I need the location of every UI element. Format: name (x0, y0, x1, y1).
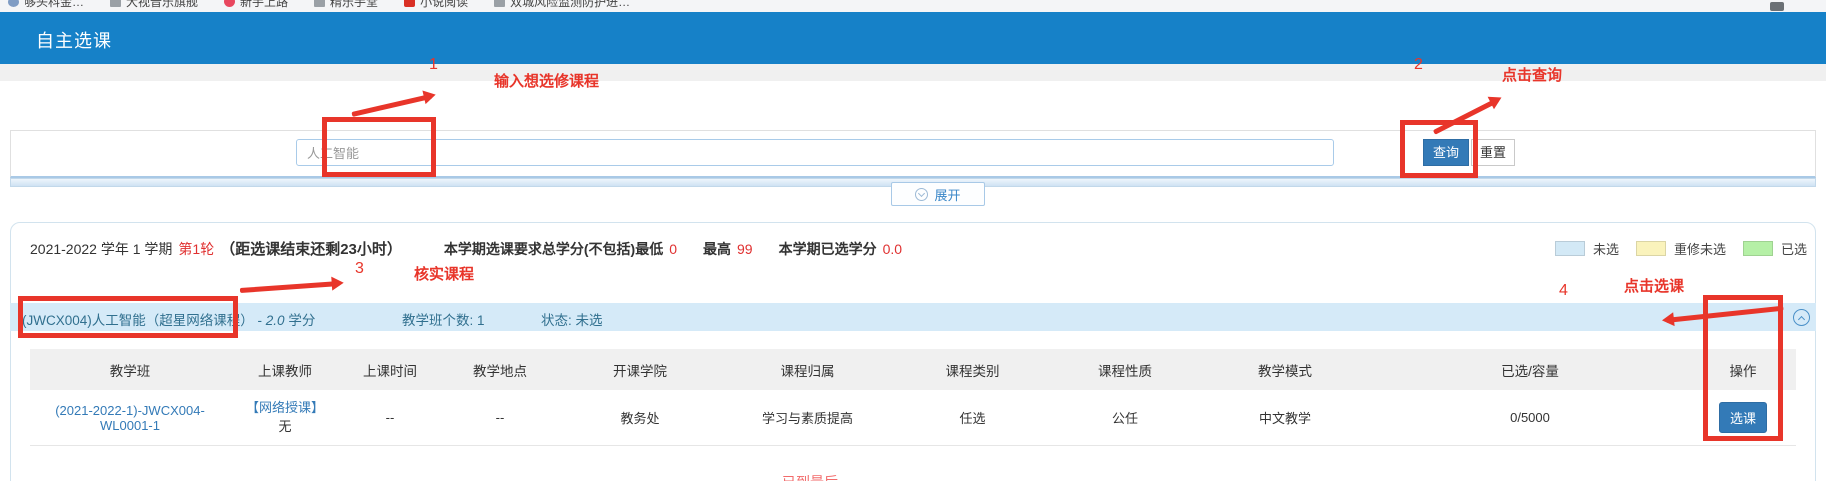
selected-credits-value: 0.0 (883, 241, 902, 257)
col-header: 上课教师 (230, 360, 340, 380)
class-table-row: (2021-2022-1)-JWCX004-WL0001-1 【网络授课】 无 … (30, 390, 1796, 446)
bookmark-label: 大视音乐旗舰 (126, 0, 198, 10)
annotation-step-label: 输入想选修课程 (494, 70, 599, 91)
browser-extension-icon[interactable] (1770, 2, 1784, 11)
selected-credits-label: 本学期已选学分 (779, 239, 877, 259)
bookmark-item[interactable]: 精乐手堂 (314, 0, 378, 10)
class-table-header: 教学班 上课教师 上课时间 教学地点 开课学院 课程归属 课程类别 课程性质 教… (30, 349, 1796, 390)
annotation-highlight-box-input (322, 117, 436, 177)
legend-label: 重修未选 (1674, 239, 1726, 258)
col-header: 教学地点 (440, 360, 560, 380)
col-header: 课程性质 (1050, 360, 1200, 380)
teacher-cell: 【网络授课】 无 (230, 399, 340, 437)
bookmark-label: 新手上路 (240, 0, 288, 10)
col-header: 上课时间 (340, 360, 440, 380)
bookmark-item[interactable]: 新手上路 (224, 0, 288, 10)
legend-swatch-retake (1636, 241, 1666, 256)
bookmark-item[interactable]: 够头科金… (8, 0, 84, 10)
teaching-mode: 中文教学 (1200, 408, 1370, 427)
col-header: 已选/容量 (1370, 360, 1690, 380)
chevron-down-icon (915, 188, 928, 201)
collapse-icon[interactable] (1793, 309, 1810, 326)
legend-swatch-selected (1743, 241, 1773, 256)
legend-label: 未选 (1593, 239, 1619, 258)
bookmark-item[interactable]: 双城风险监测防护进… (494, 0, 630, 10)
browser-bookmarks-bar: 够头科金… 大视音乐旗舰 新手上路 精乐手堂 小说阅读 双城风险监测防护进… (0, 0, 1826, 12)
max-credits-label: 最高 (703, 239, 731, 259)
legend-item-retake: 重修未选 (1636, 239, 1726, 258)
course-nature: 公任 (1050, 408, 1200, 427)
annotation-step-label: 核实课程 (414, 263, 474, 284)
col-header: 教学班 (30, 360, 230, 380)
globe-icon (8, 0, 19, 7)
annotation-step-number: 4 (1559, 282, 1568, 300)
capacity: 0/5000 (1370, 410, 1690, 425)
list-end-marker: 已到最后 (782, 472, 838, 481)
min-credits-value: 0 (669, 241, 677, 257)
college: 教务处 (560, 408, 720, 427)
col-header: 教学模式 (1200, 360, 1370, 380)
expand-toggle[interactable]: 展开 (891, 182, 985, 206)
col-header: 开课学院 (560, 360, 720, 380)
app-header: 自主选课 (0, 12, 1826, 64)
bookmark-label: 够头科金… (24, 0, 84, 10)
annotation-highlight-box-query (1400, 120, 1478, 178)
legend-item-selected: 已选 (1743, 239, 1807, 258)
folder-icon (494, 0, 505, 7)
bookmark-item[interactable]: 大视音乐旗舰 (110, 0, 198, 10)
annotation-arrow (351, 94, 432, 117)
annotation-highlight-box-course (18, 296, 238, 338)
legend-label: 已选 (1781, 239, 1807, 258)
round-text: 第1轮 (178, 239, 214, 259)
credit-requirement-label: 本学期选课要求总学分(不包括)最低 (444, 239, 663, 259)
class-place: -- (440, 410, 560, 425)
class-id-link[interactable]: (2021-2022-1)-JWCX004-WL0001-1 (30, 403, 230, 433)
page-title: 自主选课 (36, 27, 112, 53)
annotation-step-label: 点击选课 (1624, 275, 1684, 296)
annotation-step-label: 点击查询 (1502, 64, 1562, 85)
selection-round-info: 2021-2022 学年 1 学期 第1轮 （距选课结束还剩23小时） 本学期选… (30, 238, 902, 259)
class-count: 教学班个数: 1 (402, 309, 485, 329)
bookmark-item[interactable]: 小说阅读 (404, 0, 468, 10)
expand-toggle-label: 展开 (934, 185, 960, 204)
legend-item-unselected: 未选 (1555, 239, 1619, 258)
class-time: -- (340, 410, 440, 425)
max-credits-value: 99 (737, 241, 753, 257)
course-belonging: 学习与素质提高 (720, 408, 895, 427)
term-text: 2021-2022 学年 1 学期 (30, 239, 172, 259)
teacher-name: 无 (278, 419, 291, 434)
annotation-highlight-box-select (1703, 295, 1783, 441)
bookmark-label: 小说阅读 (420, 0, 468, 10)
col-header: 课程类别 (895, 360, 1050, 380)
course-credits: 2.0 (266, 313, 285, 328)
annotation-step-number: 2 (1414, 56, 1423, 74)
folder-icon (110, 0, 121, 7)
folder-icon (314, 0, 325, 7)
col-header: 课程归属 (720, 360, 895, 380)
course-search-input[interactable] (296, 139, 1334, 166)
course-selection-page: { "colors": { "header_blue": "#1681c8", … (0, 0, 1826, 481)
red-badge-icon (404, 0, 415, 7)
course-category: 任选 (895, 408, 1050, 427)
bookmark-label: 双城风险监测防护进… (510, 0, 630, 10)
annotation-step-number: 3 (355, 260, 364, 278)
course-status: 状态: 未选 (541, 309, 603, 329)
status-legend: 未选 重修未选 已选 (1555, 239, 1807, 258)
bookmark-label: 精乐手堂 (330, 0, 378, 10)
deadline-text: （距选课结束还剩23小时） (220, 238, 402, 259)
legend-swatch-unselected (1555, 241, 1585, 256)
dot-icon (224, 0, 235, 7)
annotation-step-number: 1 (429, 56, 438, 74)
teaching-mode-link[interactable]: 【网络授课】 (246, 400, 324, 415)
course-group-bar[interactable]: (JWCX004)人工智能（超星网络课程） - 2.0 学分 教学班个数: 1 … (10, 303, 1816, 331)
